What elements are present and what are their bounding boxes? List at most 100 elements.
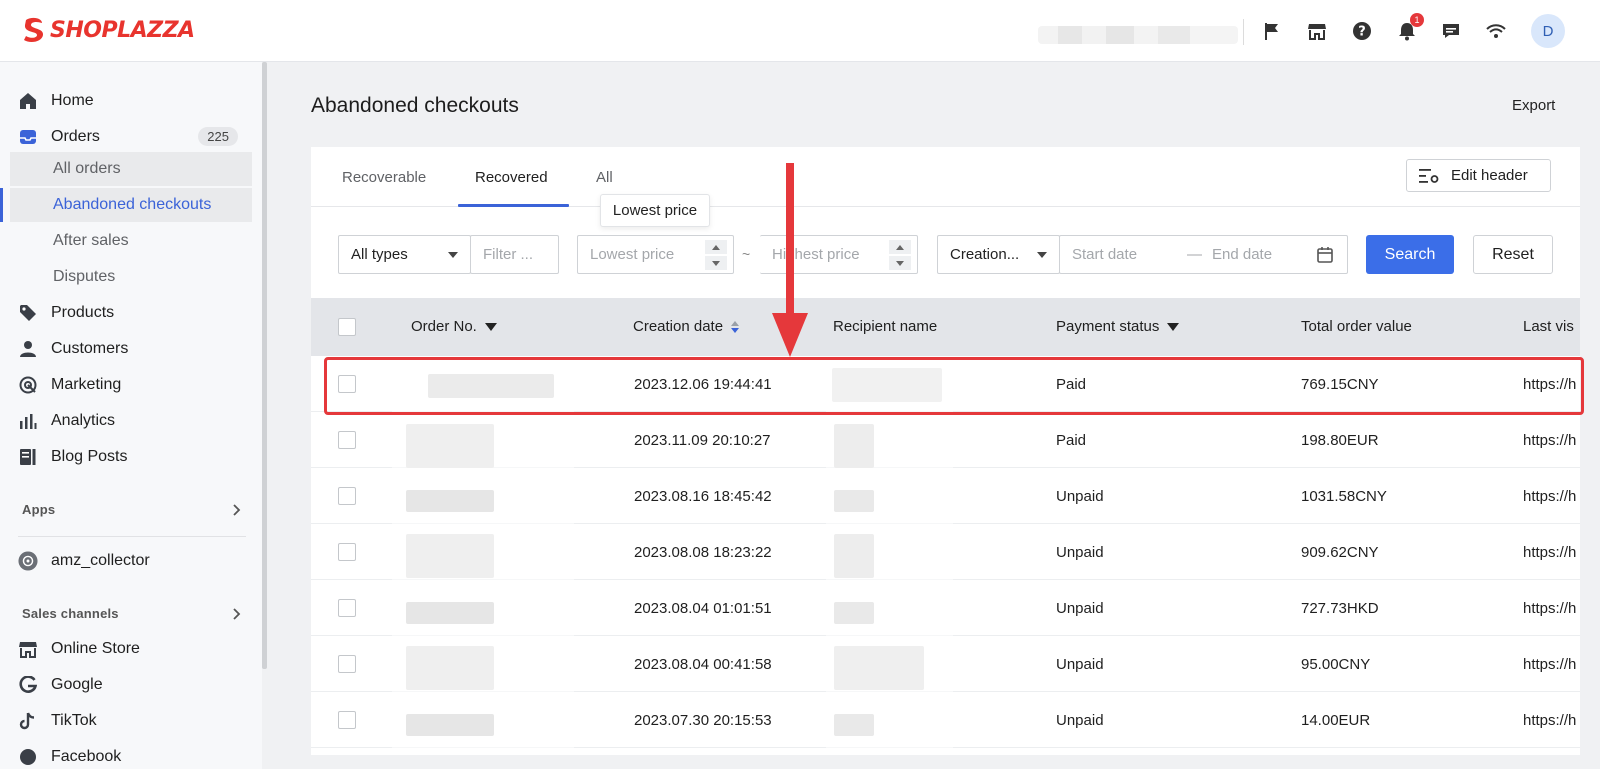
app-icon: [18, 551, 38, 571]
column-header-label: Recipient name: [833, 318, 938, 335]
orders-icon: [18, 127, 38, 147]
brand-name: SHOPLAZZA: [50, 17, 195, 43]
cell-total: 909.62CNY: [1301, 544, 1379, 561]
sidebar-item-label: Facebook: [51, 748, 122, 765]
edit-header-button[interactable]: Edit header: [1406, 159, 1551, 192]
type-select-value: All types: [351, 246, 408, 263]
lowest-price-placeholder: Lowest price: [590, 246, 675, 263]
sidebar-item-analytics[interactable]: Analytics: [18, 404, 248, 438]
row-checkbox[interactable]: [338, 711, 356, 729]
sidebar-item-blog-posts[interactable]: Blog Posts: [18, 440, 248, 474]
cell-total: 198.80EUR: [1301, 432, 1379, 449]
table-header: Order No. Creation date Recipient name P…: [311, 298, 1580, 356]
sales-channels-section-label: Sales channels: [22, 606, 119, 621]
stepper-down-icon[interactable]: [889, 256, 911, 270]
shoplazza-logo[interactable]: SHOPLAZZA: [22, 16, 195, 44]
reset-button[interactable]: Reset: [1473, 235, 1553, 274]
row-checkbox[interactable]: [338, 599, 356, 617]
cell-payment-status: Unpaid: [1056, 656, 1104, 673]
sidebar-subitem-abandoned-checkouts[interactable]: Abandoned checkouts: [10, 188, 252, 222]
help-icon[interactable]: ?: [1351, 20, 1373, 42]
lowest-price-input[interactable]: Lowest price: [577, 235, 734, 274]
column-header-label: Last vis: [1523, 318, 1574, 335]
chat-icon[interactable]: [1440, 20, 1462, 42]
sidebar-item-app-amz-collector[interactable]: amz_collector: [18, 544, 248, 578]
tiktok-icon: [18, 711, 38, 731]
filter-caret-icon[interactable]: [1167, 322, 1180, 331]
sidebar-item-customers[interactable]: Customers: [18, 332, 248, 366]
cell-payment-status: Paid: [1056, 432, 1087, 449]
blog-icon: [18, 447, 38, 467]
stepper-up-icon[interactable]: [889, 240, 911, 254]
sidebar-scrollbar[interactable]: [262, 62, 267, 669]
highest-price-stepper[interactable]: [889, 240, 911, 270]
sidebar-item-home[interactable]: Home: [18, 84, 248, 118]
cell-total: 95.00CNY: [1301, 656, 1371, 673]
chevron-right-icon[interactable]: [230, 607, 242, 620]
row-checkbox[interactable]: [338, 487, 356, 505]
user-avatar[interactable]: D: [1531, 14, 1565, 48]
stepper-up-icon[interactable]: [705, 240, 727, 254]
sidebar-item-label: Customers: [51, 340, 129, 357]
price-range-separator: ~: [742, 246, 751, 262]
sidebar-subitem-disputes[interactable]: Disputes: [10, 260, 252, 294]
column-header-payment-status[interactable]: Payment status: [1056, 318, 1180, 335]
cell-url[interactable]: https://h: [1523, 544, 1576, 561]
sidebar-item-label: Google: [51, 676, 103, 693]
edit-header-icon: [1419, 168, 1439, 183]
flag-icon[interactable]: [1261, 20, 1283, 42]
chevron-right-icon[interactable]: [230, 503, 242, 516]
cell-url[interactable]: https://h: [1523, 712, 1576, 729]
cell-creation-date: 2023.07.30 20:15:53: [634, 712, 772, 729]
sidebar-item-products[interactable]: Products: [18, 296, 248, 330]
sidebar-item-label: Home: [51, 92, 94, 109]
row-checkbox[interactable]: [338, 655, 356, 673]
sidebar-subitem-all-orders[interactable]: All orders: [10, 152, 252, 186]
sort-icon[interactable]: [731, 320, 740, 333]
tab-all[interactable]: All: [596, 169, 613, 186]
target-icon: [18, 375, 38, 395]
cell-url[interactable]: https://h: [1523, 656, 1576, 673]
annotation-arrow-icon: [772, 163, 808, 357]
top-divider: [1243, 19, 1244, 45]
cell-payment-status: Unpaid: [1056, 712, 1104, 729]
date-field-select[interactable]: Creation...: [937, 235, 1060, 274]
sidebar-subitem-after-sales[interactable]: After sales: [10, 224, 252, 258]
sidebar-item-online-store[interactable]: Online Store: [18, 632, 248, 666]
wifi-icon[interactable]: [1485, 20, 1507, 42]
sidebar-item-orders[interactable]: Orders 225: [18, 120, 248, 154]
row-checkbox[interactable]: [338, 431, 356, 449]
select-all-checkbox[interactable]: [338, 318, 356, 336]
store-icon[interactable]: [1306, 20, 1328, 42]
column-header-order-no[interactable]: Order No.: [411, 318, 497, 335]
sidebar-divider: [18, 536, 246, 537]
cell-url[interactable]: https://h: [1523, 432, 1576, 449]
bell-icon[interactable]: 1: [1396, 13, 1424, 42]
filter-caret-icon[interactable]: [484, 322, 497, 331]
tab-recovered[interactable]: Recovered: [475, 169, 548, 186]
sidebar-item-facebook[interactable]: Facebook: [18, 740, 248, 769]
store-name-redacted: [1038, 26, 1238, 44]
row-checkbox[interactable]: [338, 543, 356, 561]
stepper-down-icon[interactable]: [705, 256, 727, 270]
tab-recoverable[interactable]: Recoverable: [342, 169, 426, 186]
lowest-price-stepper[interactable]: [705, 240, 727, 270]
column-header-creation-date[interactable]: Creation date: [633, 318, 740, 335]
date-range-picker[interactable]: Start date — End date: [1059, 235, 1348, 274]
filter-input[interactable]: Filter ...: [470, 235, 559, 274]
order-no-redacted: [392, 356, 574, 769]
lowest-price-tooltip: Lowest price: [600, 194, 710, 227]
sidebar-item-google[interactable]: Google: [18, 668, 248, 702]
date-field-select-value: Creation...: [950, 246, 1020, 263]
apps-section-label: Apps: [22, 502, 56, 517]
sidebar-item-tiktok[interactable]: TikTok: [18, 704, 248, 738]
search-button[interactable]: Search: [1366, 235, 1454, 274]
sidebar-item-marketing[interactable]: Marketing: [18, 368, 248, 402]
export-button[interactable]: Export: [1512, 97, 1555, 114]
type-select[interactable]: All types: [338, 235, 471, 274]
orders-count-badge: 225: [198, 127, 238, 146]
cell-url[interactable]: https://h: [1523, 600, 1576, 617]
column-header-recipient-name: Recipient name: [833, 318, 937, 335]
column-header-label: Order No.: [411, 318, 477, 335]
cell-url[interactable]: https://h: [1523, 488, 1576, 505]
